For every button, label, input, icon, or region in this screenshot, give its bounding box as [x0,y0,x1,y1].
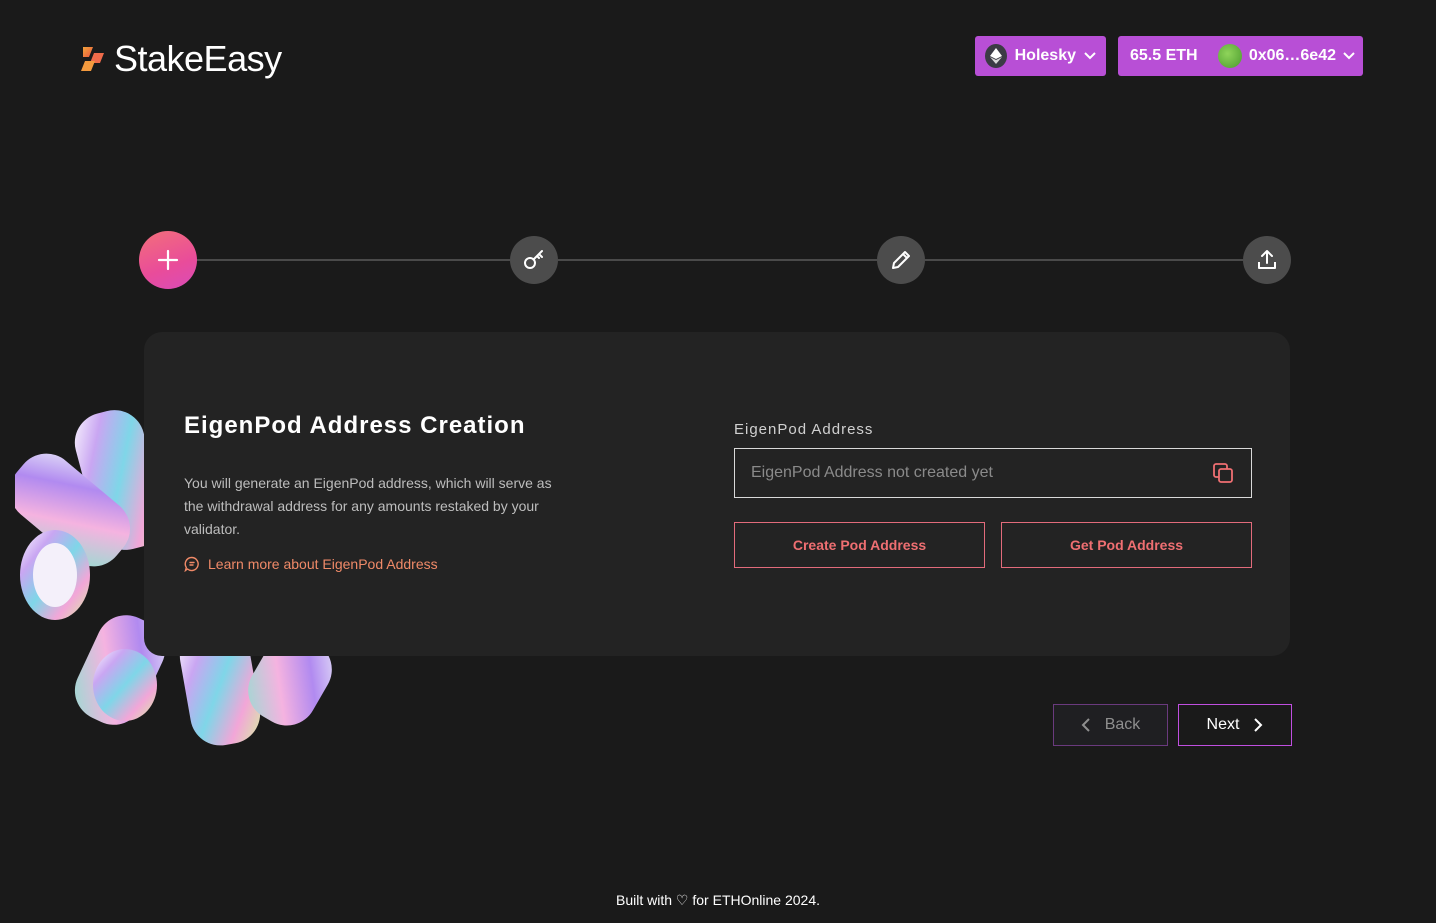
step-upload[interactable] [1243,236,1291,284]
copy-icon[interactable] [1211,461,1235,485]
avatar [1217,44,1242,68]
network-name: Holesky [1014,47,1076,64]
brand-logo[interactable]: StakeEasy [80,38,282,80]
learn-more-text: Learn more about EigenPod Address [208,556,438,572]
eigenpod-address-input[interactable] [751,464,1211,482]
chevron-right-icon [1254,718,1263,732]
chevron-down-icon [1343,49,1355,63]
upload-icon [1258,250,1276,269]
card-title: EigenPod Address Creation [184,412,526,439]
eigenpod-address-label: EigenPod Address [734,421,874,438]
footer: Built with ♡ for ETHOnline 2024. [0,892,1436,909]
eigenpod-card: EigenPod Address Creation You will gener… [144,332,1290,656]
ethereum-icon [985,44,1007,68]
stakeeasy-logo-icon [81,47,104,71]
stepper-connector [925,259,1243,261]
key-icon [524,250,543,269]
next-button[interactable]: Next [1178,704,1292,746]
wallet-address: 0x06…6e42 [1248,47,1336,64]
next-label: Next [1206,716,1240,733]
back-button[interactable]: Back [1053,704,1168,746]
wallet-balance: 65.5 ETH [1130,47,1198,64]
stepper-connector [196,259,510,261]
stepper-connector [558,259,877,261]
get-pod-address-button[interactable]: Get Pod Address [1001,522,1252,568]
step-create-pod[interactable] [139,231,197,289]
brand-name: StakeEasy [114,38,282,79]
back-label: Back [1104,716,1141,733]
plus-icon [157,249,179,271]
chevron-down-icon [1084,49,1096,63]
footer-suffix: for ETHOnline 2024. [692,892,820,908]
heart-icon: ♡ [675,892,689,908]
pencil-icon [892,251,910,269]
create-pod-address-button[interactable]: Create Pod Address [734,522,985,568]
card-description: You will generate an EigenPod address, w… [184,475,552,537]
account-button[interactable]: 65.5 ETH 0x06…6e42 [1118,36,1363,76]
chevron-left-icon [1081,718,1090,732]
eigenpod-address-field [734,448,1252,498]
footer-prefix: Built with [616,892,673,908]
network-selector-button[interactable]: Holesky [975,36,1106,76]
learn-more-link[interactable]: Learn more about EigenPod Address [184,556,438,572]
page: StakeEasy Holesky 65.5 ETH 0x06…6e42 Eig… [0,0,1436,923]
chat-bubble-icon [184,556,199,572]
step-key[interactable] [510,236,558,284]
wallet-address-wrap: 0x06…6e42 [1217,44,1355,68]
step-sign[interactable] [877,236,925,284]
